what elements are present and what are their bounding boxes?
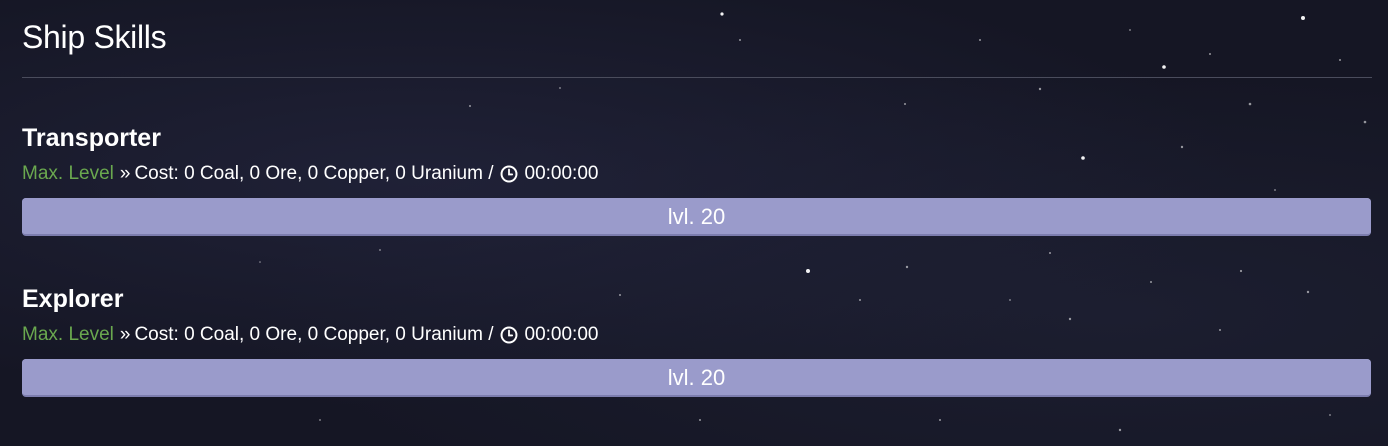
level-label: lvl. 20 xyxy=(667,365,726,390)
cost-text: Cost: 0 Coal, 0 Ore, 0 Copper, 0 Uranium… xyxy=(134,324,494,345)
clock-icon xyxy=(500,165,517,183)
skill-info: Max. Level » Cost: 0 Coal, 0 Ore, 0 Copp… xyxy=(22,322,1372,348)
skill-info: Max. Level » Cost: 0 Coal, 0 Ore, 0 Copp… xyxy=(22,161,1372,187)
status-label: Max. Level xyxy=(22,163,114,184)
clock-icon xyxy=(500,326,517,344)
status-label: Max. Level xyxy=(22,324,114,345)
time-text: 00:00:00 xyxy=(524,163,599,184)
skill-name: Explorer xyxy=(22,285,124,313)
separator: » xyxy=(119,163,131,184)
skill-name: Transporter xyxy=(22,124,161,152)
level-bar[interactable]: lvl. 20 xyxy=(22,359,1371,397)
skill-transporter: Transporter Max. Level » Cost: 0 Coal, 0… xyxy=(22,123,1372,236)
star xyxy=(699,419,701,421)
page-title: Ship Skills xyxy=(22,19,167,55)
star xyxy=(319,419,321,421)
time-text: 00:00:00 xyxy=(524,324,599,345)
star xyxy=(1329,414,1331,416)
cost-text: Cost: 0 Coal, 0 Ore, 0 Copper, 0 Uranium… xyxy=(134,163,494,184)
divider xyxy=(22,77,1372,78)
level-label: lvl. 20 xyxy=(667,204,726,229)
ship-skills-panel: Ship Skills Transporter Max. Level » Cos… xyxy=(0,0,1388,397)
star xyxy=(1118,428,1122,432)
skill-explorer: Explorer Max. Level » Cost: 0 Coal, 0 Or… xyxy=(22,284,1372,397)
separator: » xyxy=(119,324,131,345)
star xyxy=(939,419,941,421)
level-bar[interactable]: lvl. 20 xyxy=(22,198,1371,236)
